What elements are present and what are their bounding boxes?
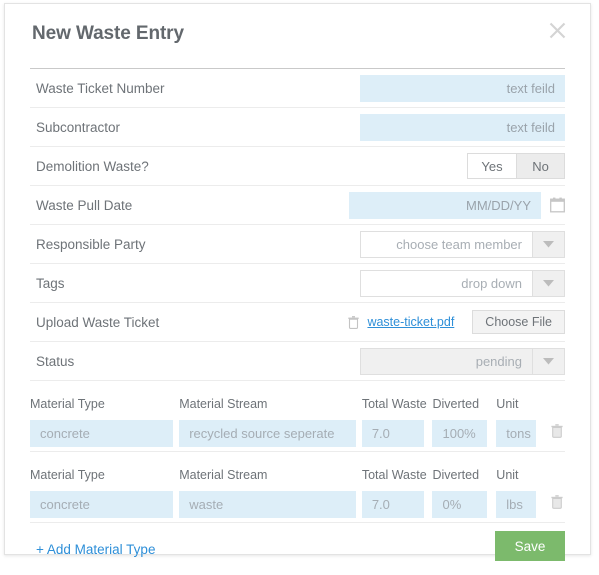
- label-status: Status: [36, 353, 75, 369]
- form-rows: Waste Ticket Number text feild Subcontra…: [5, 69, 590, 575]
- tags-dropdown[interactable]: drop down: [360, 269, 565, 297]
- control-subcontractor: text feild: [360, 108, 565, 146]
- material-block-2: Material Type Material Stream Total Wast…: [30, 452, 565, 523]
- chevron-down-icon: [532, 348, 564, 374]
- label-waste-pull-date: Waste Pull Date: [36, 197, 133, 213]
- cell-delete: [545, 423, 565, 443]
- cell-material-stream: recycled source seperate: [179, 419, 362, 447]
- row-status: Status pending: [30, 342, 565, 381]
- chevron-down-icon: [532, 270, 564, 296]
- diverted-input[interactable]: 100%: [432, 419, 488, 447]
- material-stream-input[interactable]: waste: [179, 490, 357, 518]
- cell-material-type: concrete: [30, 490, 179, 518]
- material-headers-2: Material Type Material Stream Total Wast…: [30, 452, 565, 486]
- cell-diverted: 100%: [432, 419, 496, 447]
- total-waste-input[interactable]: 7.0: [361, 419, 424, 447]
- unit-input[interactable]: lbs: [496, 490, 537, 518]
- diverted-input[interactable]: 0%: [432, 490, 488, 518]
- material-block-1: Material Type Material Stream Total Wast…: [30, 381, 565, 452]
- control-responsible-party: choose team member: [360, 225, 565, 263]
- material-stream-input[interactable]: recycled source seperate: [179, 419, 357, 447]
- header-material-type: Material Type: [30, 397, 105, 411]
- header-total-waste: Total Waste: [361, 468, 427, 482]
- trash-icon[interactable]: [551, 494, 563, 513]
- chevron-down-icon: [532, 231, 564, 257]
- material-headers-1: Material Type Material Stream Total Wast…: [30, 381, 565, 415]
- control-waste-pull-date: MM/DD/YY: [349, 186, 565, 224]
- add-material-type-link[interactable]: + Add Material Type: [36, 542, 155, 557]
- trash-icon[interactable]: [551, 423, 563, 442]
- tags-value: drop down: [361, 270, 532, 296]
- row-responsible-party: Responsible Party choose team member: [30, 225, 565, 264]
- control-waste-ticket-number: text feild: [360, 69, 565, 107]
- cell-total-waste: 7.0: [361, 419, 433, 447]
- waste-ticket-number-input[interactable]: text feild: [360, 74, 565, 102]
- cell-material-stream: waste: [179, 490, 362, 518]
- demolition-waste-yes-option[interactable]: Yes: [468, 154, 516, 178]
- header-unit: Unit: [496, 468, 519, 482]
- label-demolition-waste: Demolition Waste?: [36, 158, 149, 174]
- header-diverted: Diverted: [432, 468, 480, 482]
- control-tags: drop down: [360, 264, 565, 302]
- row-upload-waste-ticket: Upload Waste Ticket waste-ticket.pdf Cho…: [30, 303, 565, 342]
- cell-unit: tons: [496, 419, 545, 447]
- cell-diverted: 0%: [432, 490, 496, 518]
- demolition-waste-no-option[interactable]: No: [516, 154, 564, 178]
- header-material-type: Material Type: [30, 468, 105, 482]
- status-value: pending: [361, 348, 532, 374]
- row-waste-ticket-number: Waste Ticket Number text feild: [30, 69, 565, 108]
- control-status: pending: [360, 342, 565, 380]
- material-type-input[interactable]: concrete: [30, 419, 173, 447]
- header-material-stream: Material Stream: [179, 468, 268, 482]
- demolition-waste-toggle: Yes No: [467, 153, 565, 179]
- header-diverted: Diverted: [432, 397, 480, 411]
- cell-total-waste: 7.0: [361, 490, 433, 518]
- label-waste-ticket-number: Waste Ticket Number: [36, 80, 165, 96]
- control-demolition-waste: Yes No: [467, 147, 565, 185]
- header-total-waste: Total Waste: [361, 397, 427, 411]
- cell-unit: lbs: [496, 490, 545, 518]
- header-material-stream: Material Stream: [179, 397, 268, 411]
- row-subcontractor: Subcontractor text feild: [30, 108, 565, 147]
- total-waste-input[interactable]: 7.0: [361, 490, 424, 518]
- uploaded-file-link[interactable]: waste-ticket.pdf: [367, 315, 454, 329]
- subcontractor-input[interactable]: text feild: [360, 113, 565, 141]
- label-responsible-party: Responsible Party: [36, 236, 146, 252]
- row-demolition-waste: Demolition Waste? Yes No: [30, 147, 565, 186]
- waste-pull-date-input[interactable]: MM/DD/YY: [349, 191, 541, 219]
- label-tags: Tags: [36, 275, 65, 291]
- table-row: concrete recycled source seperate 7.0 10…: [30, 415, 565, 452]
- modal-header: New Waste Entry: [5, 4, 590, 69]
- material-type-input[interactable]: concrete: [30, 490, 173, 518]
- new-waste-entry-modal: New Waste Entry Waste Ticket Number text…: [4, 3, 591, 561]
- header-unit: Unit: [496, 397, 519, 411]
- modal-footer: + Add Material Type Save: [30, 523, 565, 575]
- status-dropdown[interactable]: pending: [360, 347, 565, 375]
- cell-material-type: concrete: [30, 419, 179, 447]
- responsible-party-dropdown[interactable]: choose team member: [360, 230, 565, 258]
- cell-delete: [545, 494, 565, 514]
- row-tags: Tags drop down: [30, 264, 565, 303]
- table-row: concrete waste 7.0 0% lbs: [30, 486, 565, 523]
- save-button[interactable]: Save: [495, 531, 565, 561]
- trash-icon[interactable]: [348, 315, 360, 329]
- close-icon[interactable]: [544, 17, 570, 43]
- row-waste-pull-date: Waste Pull Date MM/DD/YY: [30, 186, 565, 225]
- responsible-party-value: choose team member: [361, 231, 532, 257]
- calendar-icon[interactable]: [550, 197, 565, 213]
- unit-input[interactable]: tons: [496, 419, 537, 447]
- control-upload-waste-ticket: waste-ticket.pdf Choose File: [348, 303, 565, 341]
- page-title: New Waste Entry: [32, 23, 184, 44]
- label-subcontractor: Subcontractor: [36, 119, 121, 135]
- choose-file-button[interactable]: Choose File: [472, 310, 565, 334]
- label-upload-waste-ticket: Upload Waste Ticket: [36, 314, 160, 330]
- upload-controls: waste-ticket.pdf Choose File: [348, 310, 565, 334]
